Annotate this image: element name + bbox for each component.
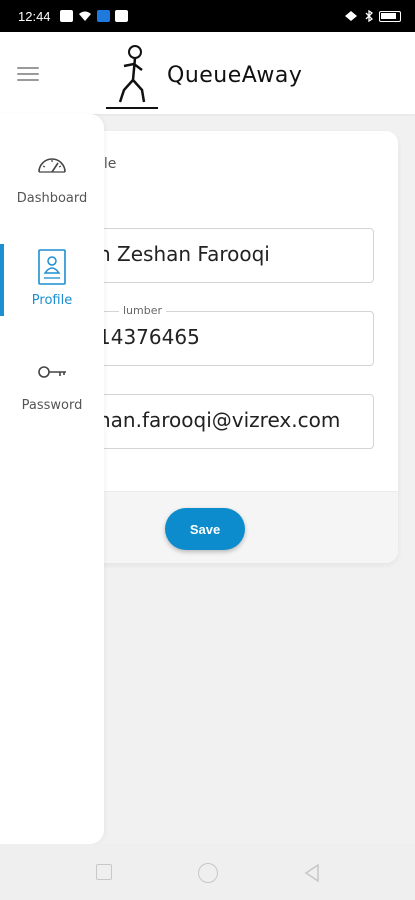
phone-value: 14376465 <box>98 325 200 349</box>
phone-legend: lumber <box>119 304 167 317</box>
back-icon[interactable] <box>302 863 322 883</box>
side-navigation: Dashboard Profile Password <box>0 114 104 844</box>
status-bar: 12:44 <box>0 0 415 32</box>
app-header: QueueAway <box>0 32 415 114</box>
key-icon <box>38 366 66 378</box>
bluetooth-icon <box>365 10 373 22</box>
status-icons-right <box>343 10 401 22</box>
name-value: n Zeshan Farooqi <box>98 242 270 266</box>
nav-item-password[interactable]: Password <box>0 362 104 452</box>
queueaway-logo <box>106 45 158 109</box>
status-time: 12:44 <box>18 9 51 24</box>
email-value: han.farooqi@vizrex.com <box>98 408 341 432</box>
nav-item-dashboard[interactable]: Dashboard <box>0 152 104 242</box>
nav-label-dashboard: Dashboard <box>16 191 88 206</box>
profile-card-icon <box>38 249 66 285</box>
home-icon[interactable] <box>198 863 218 883</box>
card-footer: Save <box>60 491 398 563</box>
data-saver-icon <box>345 11 357 21</box>
profile-card: ile n Zeshan Farooqi lumber 14376465 han… <box>60 131 398 563</box>
app-notification-icon <box>97 10 110 22</box>
battery-icon <box>379 10 401 22</box>
name-field[interactable]: n Zeshan Farooqi <box>85 228 374 283</box>
menu-icon[interactable] <box>17 67 39 81</box>
email-field[interactable]: han.farooqi@vizrex.com <box>85 394 374 449</box>
gallery-icon <box>115 10 128 22</box>
nav-item-profile[interactable]: Profile <box>0 249 104 339</box>
system-navigation-bar <box>0 844 415 900</box>
brand-name: QueueAway <box>167 63 303 88</box>
phone-field[interactable]: lumber 14376465 <box>85 304 374 366</box>
notification-icon <box>60 10 73 22</box>
wifi-icon <box>79 11 91 21</box>
nav-label-password: Password <box>21 398 83 413</box>
nav-label-profile: Profile <box>31 293 73 308</box>
status-icons-left <box>60 10 128 22</box>
save-button[interactable]: Save <box>165 508 245 550</box>
recent-apps-icon[interactable] <box>96 864 112 880</box>
speedometer-icon <box>38 158 66 173</box>
